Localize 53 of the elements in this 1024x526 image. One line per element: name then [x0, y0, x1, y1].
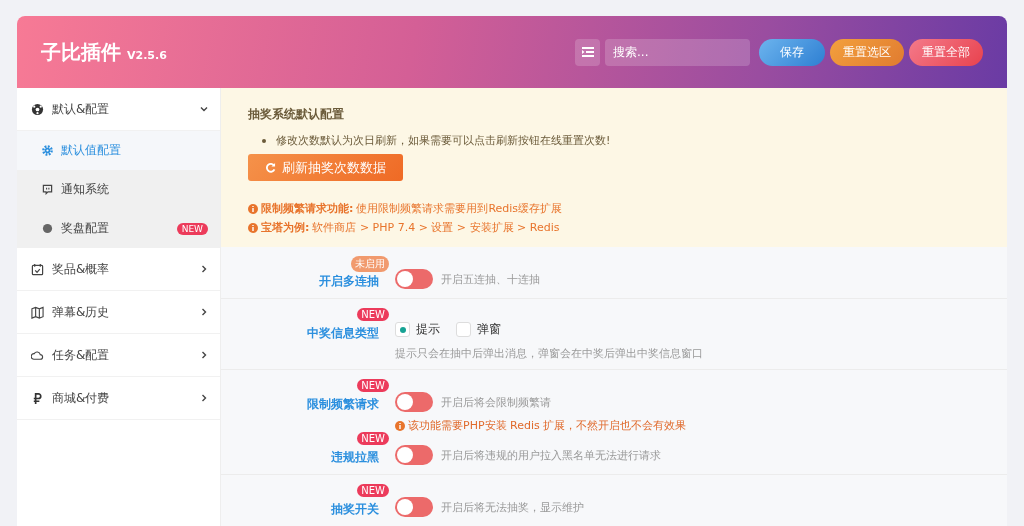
list-icon	[581, 47, 594, 57]
setting-description: 开启后将会限制频繁请	[441, 394, 551, 410]
sidebar-subitem[interactable]: 通知系统	[17, 170, 220, 209]
status-badge: 未启用	[351, 256, 389, 272]
setting-description: 开启后将违规的用户拉入黑名单无法进行请求	[441, 447, 661, 463]
ball-icon	[31, 102, 44, 116]
info-icon	[248, 222, 258, 233]
toggle-switch[interactable]	[395, 497, 433, 517]
map-icon	[31, 305, 44, 319]
new-badge: NEW	[176, 222, 208, 235]
version-label: V2.5.6	[127, 48, 167, 62]
help-text: 提示只会在抽中后弹出消息，弹窗会在中奖后弹出中奖信息窗口	[395, 346, 703, 361]
sidebar-group-item[interactable]: 商城&付费	[17, 377, 220, 420]
radio-option[interactable]: 提示	[395, 321, 440, 338]
sidebar-group-item[interactable]: 弹幕&历史	[17, 291, 220, 334]
new-badge: NEW	[357, 308, 389, 321]
note-label: 限制频繁请求功能:	[261, 201, 354, 216]
sidebar-subitem[interactable]: 奖盘配置 NEW	[17, 209, 220, 248]
setting-label: 抽奖开关	[331, 501, 379, 518]
setting-label: 中奖信息类型	[307, 325, 379, 342]
setting-label: 开启多连抽	[319, 273, 379, 290]
toggle-switch[interactable]	[395, 269, 433, 289]
radio-button[interactable]	[456, 322, 471, 337]
radio-option[interactable]: 弹窗	[456, 321, 501, 338]
note-text: 使用限制频繁请求需要用到Redis缓存扩展	[356, 201, 563, 216]
toggle-switch[interactable]	[395, 392, 433, 412]
cloud-icon	[31, 348, 44, 362]
new-badge: NEW	[357, 484, 389, 497]
new-badge: NEW	[357, 379, 389, 392]
radio-button[interactable]	[395, 322, 410, 337]
setting-description: 开启后将无法抽奖，显示维护	[441, 499, 584, 515]
setting-description: 开启五连抽、十连抽	[441, 271, 540, 287]
note-text: 软件商店 > PHP 7.4 > 设置 > 安装扩展 > Redis	[312, 220, 560, 235]
bullet-dot	[262, 138, 266, 143]
info-icon	[248, 203, 258, 214]
notice-text: 修改次数默认为次日刷新，如果需要可以点击刷新按钮在线重置次数!	[276, 133, 611, 148]
setting-label: 限制频繁请求	[307, 396, 379, 413]
app-title: 子比插件	[41, 38, 121, 66]
calendar-icon	[31, 262, 44, 276]
sidebar-group-item[interactable]: 奖品&概率	[17, 248, 220, 291]
dot-icon	[42, 223, 53, 234]
ruble-icon	[31, 391, 44, 405]
menu-toggle-button[interactable]	[575, 38, 600, 66]
sidebar-group-item[interactable]: 任务&配置	[17, 334, 220, 377]
warning-text: 该功能需要PHP安装 Redis 扩展，不然开启也不会有效果	[408, 418, 687, 433]
info-icon	[395, 420, 405, 431]
new-badge: NEW	[357, 432, 389, 445]
chat-icon	[42, 184, 53, 195]
setting-label: 违规拉黑	[331, 449, 379, 466]
notice-title: 抽奖系统默认配置	[248, 106, 345, 123]
refresh-icon	[265, 162, 276, 173]
note-label: 宝塔为例:	[261, 220, 310, 235]
toggle-switch[interactable]	[395, 445, 433, 465]
